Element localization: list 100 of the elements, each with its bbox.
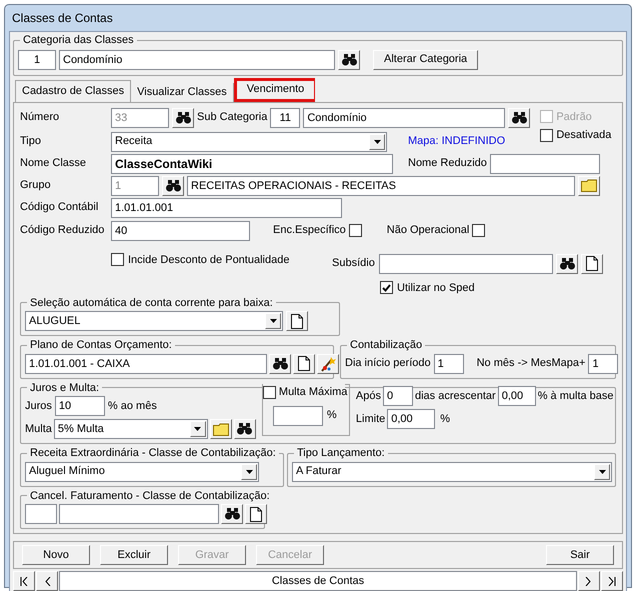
folder-icon <box>212 422 229 436</box>
dropdown[interactable]: Aluguel Mínimo <box>25 462 259 482</box>
checkbox-label: Utilizar no Sped <box>397 280 475 296</box>
group-label: Categoria das Classes <box>23 34 134 46</box>
search-button[interactable] <box>162 176 184 196</box>
text-field[interactable] <box>379 254 553 274</box>
field-label: Após <box>356 388 381 404</box>
group-label: Tipo Lançamento: <box>297 447 385 459</box>
previous-icon <box>43 576 51 586</box>
folder-button[interactable] <box>210 419 232 439</box>
next-icon <box>585 576 593 586</box>
last-record-button[interactable] <box>601 571 623 591</box>
field-label: Dia início período <box>345 356 431 372</box>
checkbox-label: Enc.Específico <box>273 223 346 238</box>
text-field[interactable]: 10 <box>54 396 105 416</box>
folder-icon <box>581 179 597 192</box>
field-label: Nome Classe <box>20 156 88 172</box>
text-field[interactable]: Condomínio <box>303 108 506 128</box>
previous-record-button[interactable] <box>36 571 58 591</box>
dropdown[interactable]: 5% Multa <box>54 419 208 439</box>
text-field[interactable]: RECEITAS OPERACIONAIS - RECEITAS <box>187 176 575 196</box>
checkbox[interactable] <box>348 224 362 237</box>
checkbox[interactable] <box>472 224 486 237</box>
field-label: Juros <box>25 398 52 414</box>
text-field[interactable]: 0,00 <box>498 386 536 406</box>
wizard-icon <box>320 356 336 372</box>
text-field[interactable] <box>272 406 323 426</box>
field-label: % à multa base <box>538 388 614 404</box>
text-field[interactable] <box>490 154 600 174</box>
new-button[interactable] <box>293 354 315 374</box>
action-button[interactable]: Sair <box>546 545 614 565</box>
checkbox[interactable] <box>262 386 276 399</box>
field-label: Grupo <box>20 178 52 194</box>
text-field[interactable]: ClasseContaWiki <box>111 154 393 174</box>
binoculars-icon <box>560 258 574 270</box>
text-field[interactable] <box>25 504 57 524</box>
search-button[interactable] <box>556 254 578 274</box>
binoculars-icon <box>224 508 240 520</box>
dropdown-arrow-icon <box>598 470 606 474</box>
next-record-button[interactable] <box>578 571 600 591</box>
search-button[interactable] <box>234 419 256 439</box>
tab[interactable]: Cadastro de Classes <box>15 80 132 102</box>
checkbox-label: Incide Desconto de Pontualidade <box>128 252 290 268</box>
folder-button[interactable] <box>578 176 600 196</box>
text-field[interactable]: 1 <box>434 354 464 374</box>
checkbox[interactable] <box>111 253 124 266</box>
field-label: Número <box>20 110 60 126</box>
new-button[interactable] <box>581 254 603 274</box>
text-field[interactable]: 1 <box>588 354 618 374</box>
dropdown[interactable]: ALUGUEL <box>25 311 283 331</box>
search-button[interactable] <box>338 50 360 70</box>
change-category-button[interactable]: Alterar Categoria <box>373 50 478 70</box>
new-button[interactable] <box>245 504 267 524</box>
text-field[interactable]: 11 <box>270 108 300 128</box>
field-label: Código Contábil <box>20 200 100 216</box>
wizard-button[interactable] <box>317 354 339 374</box>
text-field[interactable]: 0 <box>382 386 413 406</box>
action-button[interactable]: Excluir <box>100 545 168 565</box>
dropdown[interactable]: Receita <box>111 132 387 152</box>
dropdown[interactable]: A Faturar <box>292 462 612 482</box>
text-field[interactable]: 40 <box>111 220 250 240</box>
text-field[interactable]: 0,00 <box>387 409 436 429</box>
first-icon <box>20 576 28 586</box>
text-field[interactable]: 1.01.01.001 <box>111 198 342 218</box>
text-field[interactable] <box>59 504 219 524</box>
search-button[interactable] <box>172 108 194 128</box>
field-label: dias acrescentar <box>414 388 496 404</box>
dropdown-arrow-icon <box>270 319 276 323</box>
group-label: Plano de Contas Orçamento: <box>30 339 172 351</box>
first-record-button[interactable] <box>13 571 35 591</box>
binoculars-icon <box>342 54 356 66</box>
group-label: Receita Extraordinária - Classe de Contabilização: <box>30 447 276 459</box>
map-status: Mapa: INDEFINIDO <box>408 134 506 150</box>
checkbox[interactable] <box>540 128 554 142</box>
field-label: % <box>440 412 450 427</box>
text-field[interactable]: 1 <box>18 50 56 70</box>
field-label: No mês -> MesMapa+ <box>476 356 586 372</box>
window-title: Classes de Contas <box>12 10 113 27</box>
field-label: Código Reduzido <box>20 223 106 238</box>
dropdown-arrow-icon <box>194 427 202 431</box>
binoculars-icon <box>237 423 252 435</box>
new-button[interactable] <box>286 311 308 331</box>
field-label: % <box>326 408 337 424</box>
text-field[interactable]: 1.01.01.001 - CAIXA <box>25 354 267 374</box>
field-label: Sub Categoria <box>197 110 268 126</box>
checkbox[interactable] <box>380 281 393 294</box>
group-label: Contabilização <box>350 339 422 351</box>
binoculars-icon <box>512 112 527 124</box>
dropdown-arrow-icon <box>374 140 380 144</box>
action-button[interactable]: Novo <box>22 545 90 565</box>
text-field[interactable]: Condomínio <box>59 50 335 70</box>
binoculars-icon <box>166 180 180 192</box>
dropdown-arrow-icon <box>246 470 252 474</box>
search-button[interactable] <box>221 504 243 524</box>
search-button[interactable] <box>269 354 291 374</box>
binoculars-icon <box>176 112 190 124</box>
checkbox-label: Não Operacional <box>386 223 470 238</box>
search-button[interactable] <box>508 108 530 128</box>
field-label: Multa <box>25 422 52 437</box>
field-label: % ao mês <box>108 398 157 414</box>
